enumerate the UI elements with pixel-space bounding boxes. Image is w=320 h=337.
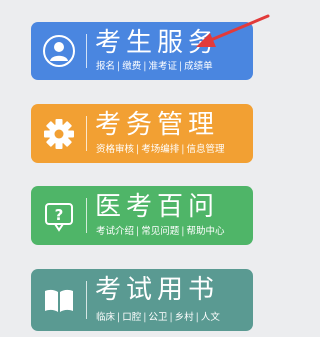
separator: | xyxy=(117,312,121,323)
link-gongwei[interactable]: 公卫 xyxy=(148,312,167,323)
card-links: 临床 | 口腔 | 公卫 | 乡村 | 人文 xyxy=(96,312,220,324)
separator: | xyxy=(178,61,183,72)
link-kaoshi-jieshao[interactable]: 考试介绍 xyxy=(96,226,134,237)
link-kouqiang[interactable]: 口腔 xyxy=(122,312,141,323)
separator: | xyxy=(181,226,185,237)
card-links: 报名 | 缴费 | 准考证 | 成绩单 xyxy=(96,61,213,73)
gear-icon xyxy=(42,117,76,151)
link-xiangcun[interactable]: 乡村 xyxy=(175,312,194,323)
link-zige-shenhe[interactable]: 资格审核 xyxy=(96,144,134,155)
card-kaoshi-yongshu[interactable]: 考试用书 临床 | 口腔 | 公卫 | 乡村 | 人文 xyxy=(31,269,253,331)
separator: | xyxy=(143,61,147,72)
card-title: 考试用书 xyxy=(95,275,220,305)
card-title: 考务管理 xyxy=(95,110,220,140)
link-renwen[interactable]: 人文 xyxy=(201,312,220,323)
separator: | xyxy=(195,312,199,323)
card-links: 考试介绍 | 常见问题 | 帮助中心 xyxy=(96,226,224,238)
link-baoming[interactable]: 报名 xyxy=(96,61,115,72)
separator: | xyxy=(143,312,147,323)
separator: | xyxy=(169,312,173,323)
link-zhunkaozheng[interactable]: 准考证 xyxy=(148,61,177,72)
separator: | xyxy=(136,226,140,237)
link-linchuang[interactable]: 临床 xyxy=(96,312,115,323)
user-icon xyxy=(42,34,76,68)
divider xyxy=(86,281,87,319)
link-bangzhu-zhongxin[interactable]: 帮助中心 xyxy=(186,226,224,237)
separator: | xyxy=(117,61,121,72)
svg-text:?: ? xyxy=(55,206,64,224)
card-title: 考生服务 xyxy=(95,28,220,58)
book-icon xyxy=(42,283,76,317)
question-bubble-icon: ? xyxy=(42,199,76,233)
divider xyxy=(86,116,87,151)
card-kaosheng-fuwu[interactable]: 考生服务 报名 | 缴费 | 准考证 | 成绩单 xyxy=(31,22,253,80)
divider xyxy=(86,198,87,233)
card-yikao-baiwen[interactable]: ? 医考百问 考试介绍 | 常见问题 | 帮助中心 xyxy=(31,186,253,245)
link-changjian-wenti[interactable]: 常见问题 xyxy=(141,226,179,237)
link-jiaofei[interactable]: 缴费 xyxy=(122,61,141,72)
card-title: 医考百问 xyxy=(95,192,220,222)
link-xinxi-guanli[interactable]: 信息管理 xyxy=(186,144,224,155)
card-links: 资格审核 | 考场编排 | 信息管理 xyxy=(96,144,224,156)
divider xyxy=(86,34,87,68)
link-kaochang-bianpai[interactable]: 考场编排 xyxy=(141,144,179,155)
card-kaowu-guanli[interactable]: 考务管理 资格审核 | 考场编排 | 信息管理 xyxy=(31,104,253,163)
separator: | xyxy=(181,144,185,155)
separator: | xyxy=(136,144,140,155)
link-chengjidan[interactable]: 成绩单 xyxy=(184,61,213,72)
